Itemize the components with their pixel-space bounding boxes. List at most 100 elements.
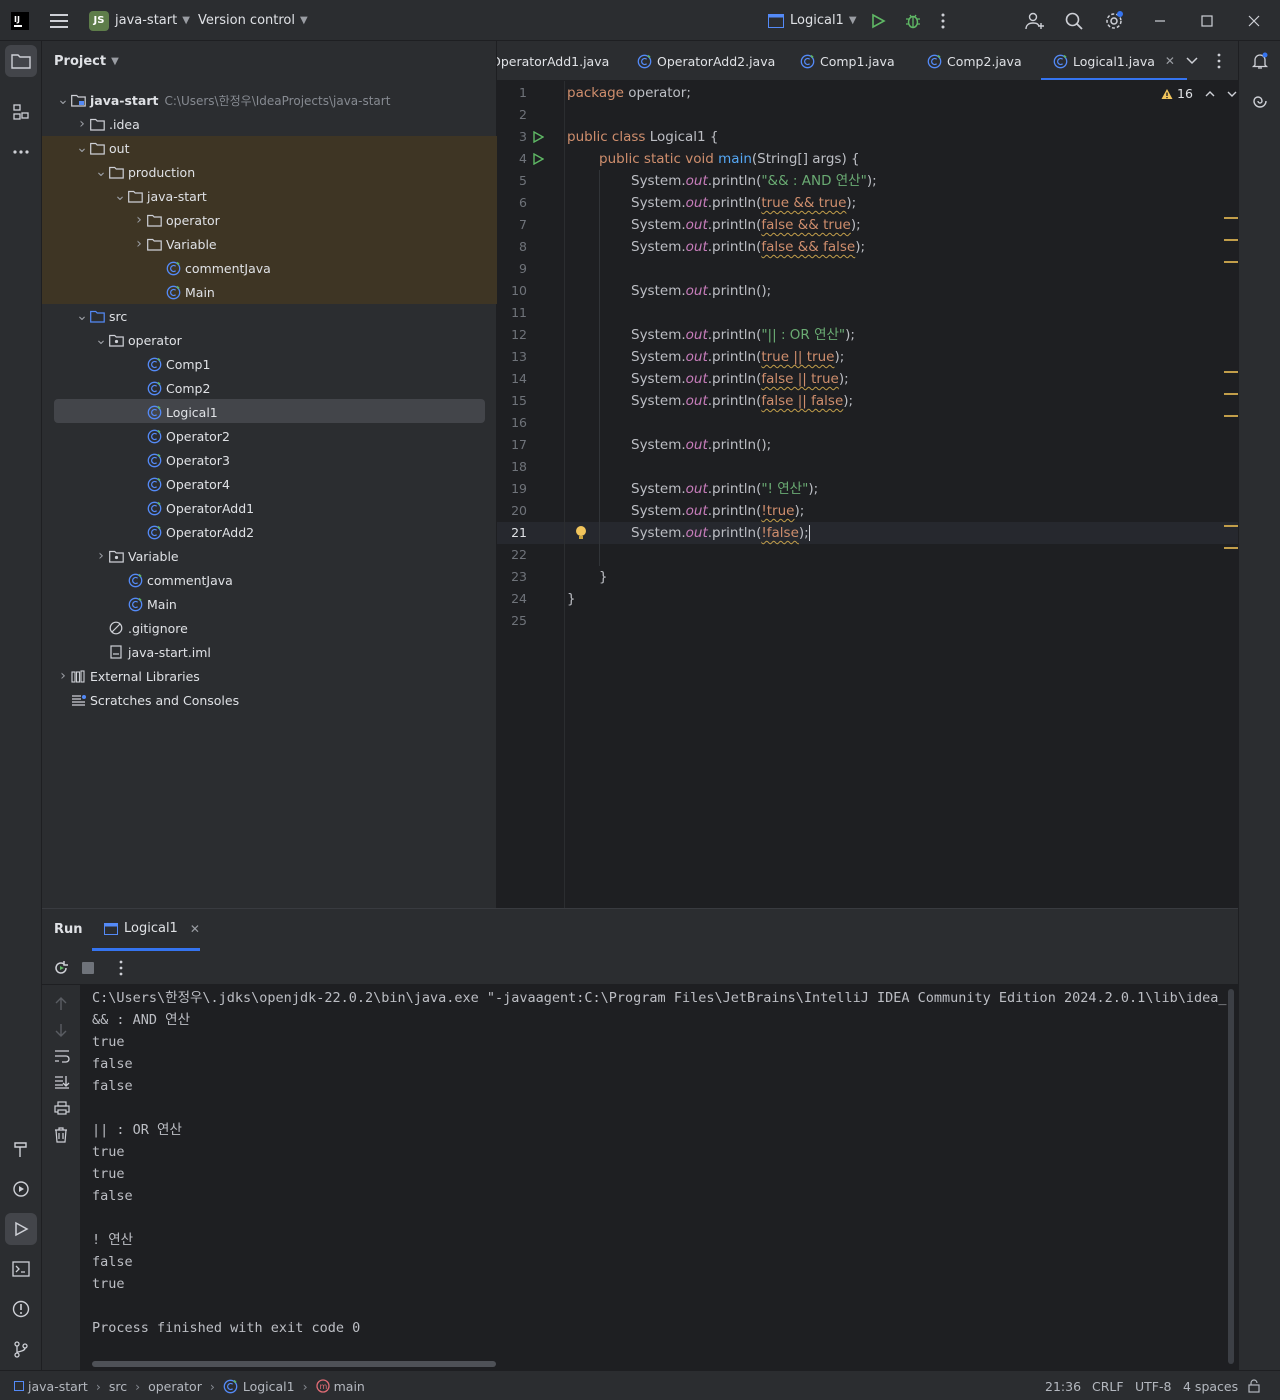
arrow-up-icon[interactable] [54, 997, 68, 1015]
file-encoding[interactable]: UTF-8 [1135, 1371, 1171, 1400]
tree-item[interactable]: › .idea [42, 112, 497, 136]
debug-button[interactable] [904, 0, 922, 41]
add-user-icon[interactable] [1025, 0, 1045, 41]
build-hammer-icon[interactable] [5, 1133, 37, 1165]
app-logo-icon[interactable]: IJ [10, 0, 30, 41]
line-number[interactable]: 21 [497, 522, 537, 544]
console-output[interactable]: C:\Users\한정우\.jdks\openjdk-22.0.2\bin\ja… [92, 987, 1232, 1347]
line-number[interactable]: 18 [497, 456, 537, 478]
warning-stripe-mark[interactable] [1224, 371, 1238, 373]
arrow-down-icon[interactable] [54, 1023, 68, 1041]
tree-item[interactable]: Operator2 [42, 424, 497, 448]
maximize-icon[interactable] [1200, 0, 1214, 41]
trash-icon[interactable] [54, 1127, 68, 1147]
tree-item[interactable]: ⌄ src [42, 304, 497, 328]
search-icon[interactable] [1065, 0, 1083, 41]
line-number[interactable]: 25 [497, 610, 537, 632]
chevron-right-icon[interactable]: › [75, 116, 89, 132]
more-actions-icon[interactable] [940, 0, 946, 41]
tree-item[interactable]: ⌄ production [42, 160, 497, 184]
stop-icon[interactable] [82, 962, 94, 974]
tree-item[interactable]: Scratches and Consoles [42, 688, 497, 712]
chevron-down-icon[interactable]: ⌄ [113, 188, 127, 204]
unlock-icon[interactable] [1248, 1371, 1260, 1400]
run-gutter-icon[interactable] [531, 148, 545, 170]
chevron-down-icon[interactable]: ⌄ [94, 164, 108, 180]
line-number[interactable]: 24 [497, 588, 537, 610]
ai-assistant-spiral-icon[interactable] [1244, 85, 1276, 117]
chevron-down-icon[interactable] [1227, 90, 1237, 98]
line-number[interactable]: 5 [497, 170, 537, 192]
chevron-down-icon[interactable]: ⌄ [75, 140, 89, 156]
tab-comp1[interactable]: Comp1.java [800, 41, 895, 80]
tree-item[interactable]: › Variable [42, 232, 497, 256]
inspection-widget[interactable]: 16 [1161, 86, 1237, 101]
tree-item[interactable]: Main [42, 280, 497, 304]
breadcrumb-item[interactable]: java-start [28, 1379, 88, 1394]
line-number[interactable]: 13 [497, 346, 537, 368]
tree-item[interactable]: .gitignore [42, 616, 497, 640]
chevron-up-icon[interactable] [1205, 90, 1215, 98]
services-icon[interactable] [5, 1173, 37, 1205]
tree-item[interactable]: ⌄ operator [42, 328, 497, 352]
tab-more-icon[interactable] [1216, 41, 1222, 80]
more-tools-icon[interactable] [5, 136, 37, 168]
more-options-icon[interactable] [118, 960, 124, 980]
warning-stripe-mark[interactable] [1224, 547, 1238, 549]
tree-item[interactable]: Main [42, 592, 497, 616]
breadcrumb-item[interactable]: Logical1 [243, 1379, 295, 1394]
breadcrumb-item[interactable]: main [334, 1379, 365, 1394]
print-icon[interactable] [54, 1101, 70, 1119]
version-control-menu[interactable]: Version control ▼ [198, 0, 308, 41]
line-number[interactable]: 23 [497, 566, 537, 588]
close-window-icon[interactable] [1247, 0, 1261, 41]
line-number[interactable]: 11 [497, 302, 537, 324]
warning-stripe-mark[interactable] [1224, 415, 1238, 417]
console-horizontal-scrollbar[interactable] [92, 1361, 496, 1367]
warning-stripe-mark[interactable] [1224, 217, 1238, 219]
line-number[interactable]: 8 [497, 236, 537, 258]
problems-icon[interactable] [5, 1293, 37, 1325]
tree-item[interactable]: › External Libraries [42, 664, 497, 688]
line-number[interactable]: 19 [497, 478, 537, 500]
soft-wrap-icon[interactable] [54, 1049, 70, 1067]
line-number[interactable]: 6 [497, 192, 537, 214]
tree-item[interactable]: › operator [42, 208, 497, 232]
line-number[interactable]: 14 [497, 368, 537, 390]
close-tab-icon[interactable]: ✕ [1165, 54, 1175, 68]
line-number[interactable]: 15 [497, 390, 537, 412]
rerun-icon[interactable] [53, 960, 69, 980]
tree-item[interactable]: OperatorAdd1 [42, 496, 497, 520]
line-separator[interactable]: CRLF [1092, 1371, 1124, 1400]
line-number[interactable]: 20 [497, 500, 537, 522]
tree-item[interactable]: java-start.iml [42, 640, 497, 664]
tree-item[interactable]: Comp1 [42, 352, 497, 376]
caret-position[interactable]: 21:36 [1045, 1371, 1081, 1400]
breadcrumb-item[interactable]: src [109, 1379, 127, 1394]
chevron-down-icon[interactable]: ⌄ [75, 308, 89, 324]
line-number[interactable]: 16 [497, 412, 537, 434]
main-menu-icon[interactable] [50, 0, 68, 41]
close-tab-icon[interactable]: ✕ [190, 922, 200, 936]
run-config-selector[interactable]: Logical1 ▼ [768, 0, 857, 41]
tree-item[interactable]: ⌄ java-start C:\Users\한정우\IdeaProjects\jav… [42, 88, 497, 112]
chevron-right-icon[interactable]: › [132, 236, 146, 252]
settings-gear-icon[interactable] [1104, 0, 1124, 41]
line-number[interactable]: 10 [497, 280, 537, 302]
tree-item[interactable]: Comp2 [42, 376, 497, 400]
chevron-down-icon[interactable]: ⌄ [94, 332, 108, 348]
tree-item[interactable]: Operator4 [42, 472, 497, 496]
git-branch-icon[interactable] [5, 1333, 37, 1365]
tab-logical1[interactable]: Logical1.java ✕ [1041, 41, 1187, 80]
line-number[interactable]: 7 [497, 214, 537, 236]
run-button[interactable] [870, 0, 886, 41]
warning-stripe-mark[interactable] [1224, 525, 1238, 527]
warning-stripe-mark[interactable] [1224, 261, 1238, 263]
project-selector[interactable]: JS java-start ▼ [89, 0, 190, 41]
line-number[interactable]: 17 [497, 434, 537, 456]
line-number[interactable]: 12 [497, 324, 537, 346]
chevron-down-icon[interactable]: ⌄ [56, 92, 70, 108]
tab-operatoradd1[interactable]: OperatorAdd1.java [497, 41, 609, 80]
terminal-icon[interactable] [5, 1253, 37, 1285]
tab-operatoradd2[interactable]: OperatorAdd2.java [637, 41, 775, 80]
